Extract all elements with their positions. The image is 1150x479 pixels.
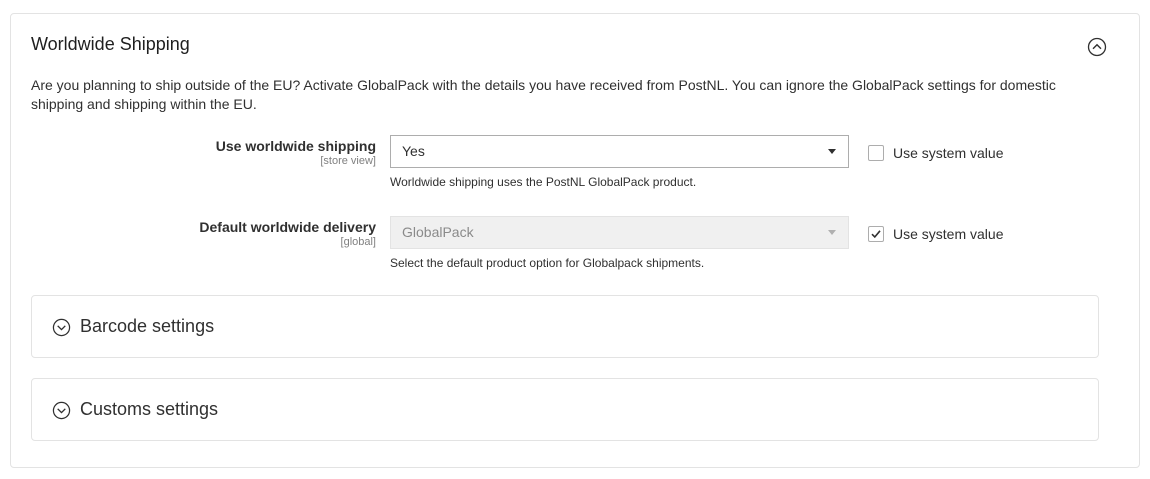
section-title[interactable]: Barcode settings [80,316,214,337]
use-worldwide-shipping-label: Use worldwide shipping [store view] [31,137,376,168]
use-system-value-label: Use system value [893,226,1004,242]
use-system-value-label: Use system value [893,145,1004,161]
customs-settings-section[interactable]: Customs settings [31,378,1099,441]
panel-title: Worldwide Shipping [31,34,190,54]
barcode-settings-section[interactable]: Barcode settings [31,295,1099,358]
field-scope: [global] [340,236,376,248]
default-worldwide-delivery-label: Default worldwide delivery [global] [31,218,376,249]
select-value: Yes [402,143,425,159]
dropdown-arrow-icon [828,149,836,154]
field-note: Worldwide shipping uses the PostNL Globa… [390,175,697,189]
default-worldwide-delivery-select: GlobalPack [390,216,849,249]
field-scope: [store view] [320,155,376,167]
field-label: Default worldwide delivery [199,219,376,235]
chevron-down-circle-icon[interactable] [52,401,71,420]
select-value: GlobalPack [402,224,474,240]
chevron-down-circle-icon[interactable] [52,318,71,337]
use-system-value-checkbox-2[interactable]: Use system value [868,225,1003,243]
section-description: Are you planning to ship outside of the … [31,77,1056,112]
field-label: Use worldwide shipping [215,138,376,154]
use-system-value-checkbox-1[interactable]: Use system value [868,144,1003,162]
field-note: Select the default product option for Gl… [390,256,705,270]
chevron-up-circle-icon[interactable] [1087,37,1107,57]
checkbox-unchecked-icon[interactable] [868,145,884,161]
use-worldwide-shipping-select[interactable]: Yes [390,135,849,168]
worldwide-shipping-panel: Worldwide Shipping Are you planning to s… [10,13,1140,468]
checkbox-checked-icon[interactable] [868,226,884,242]
dropdown-arrow-icon [828,230,836,235]
section-title[interactable]: Customs settings [80,399,218,420]
